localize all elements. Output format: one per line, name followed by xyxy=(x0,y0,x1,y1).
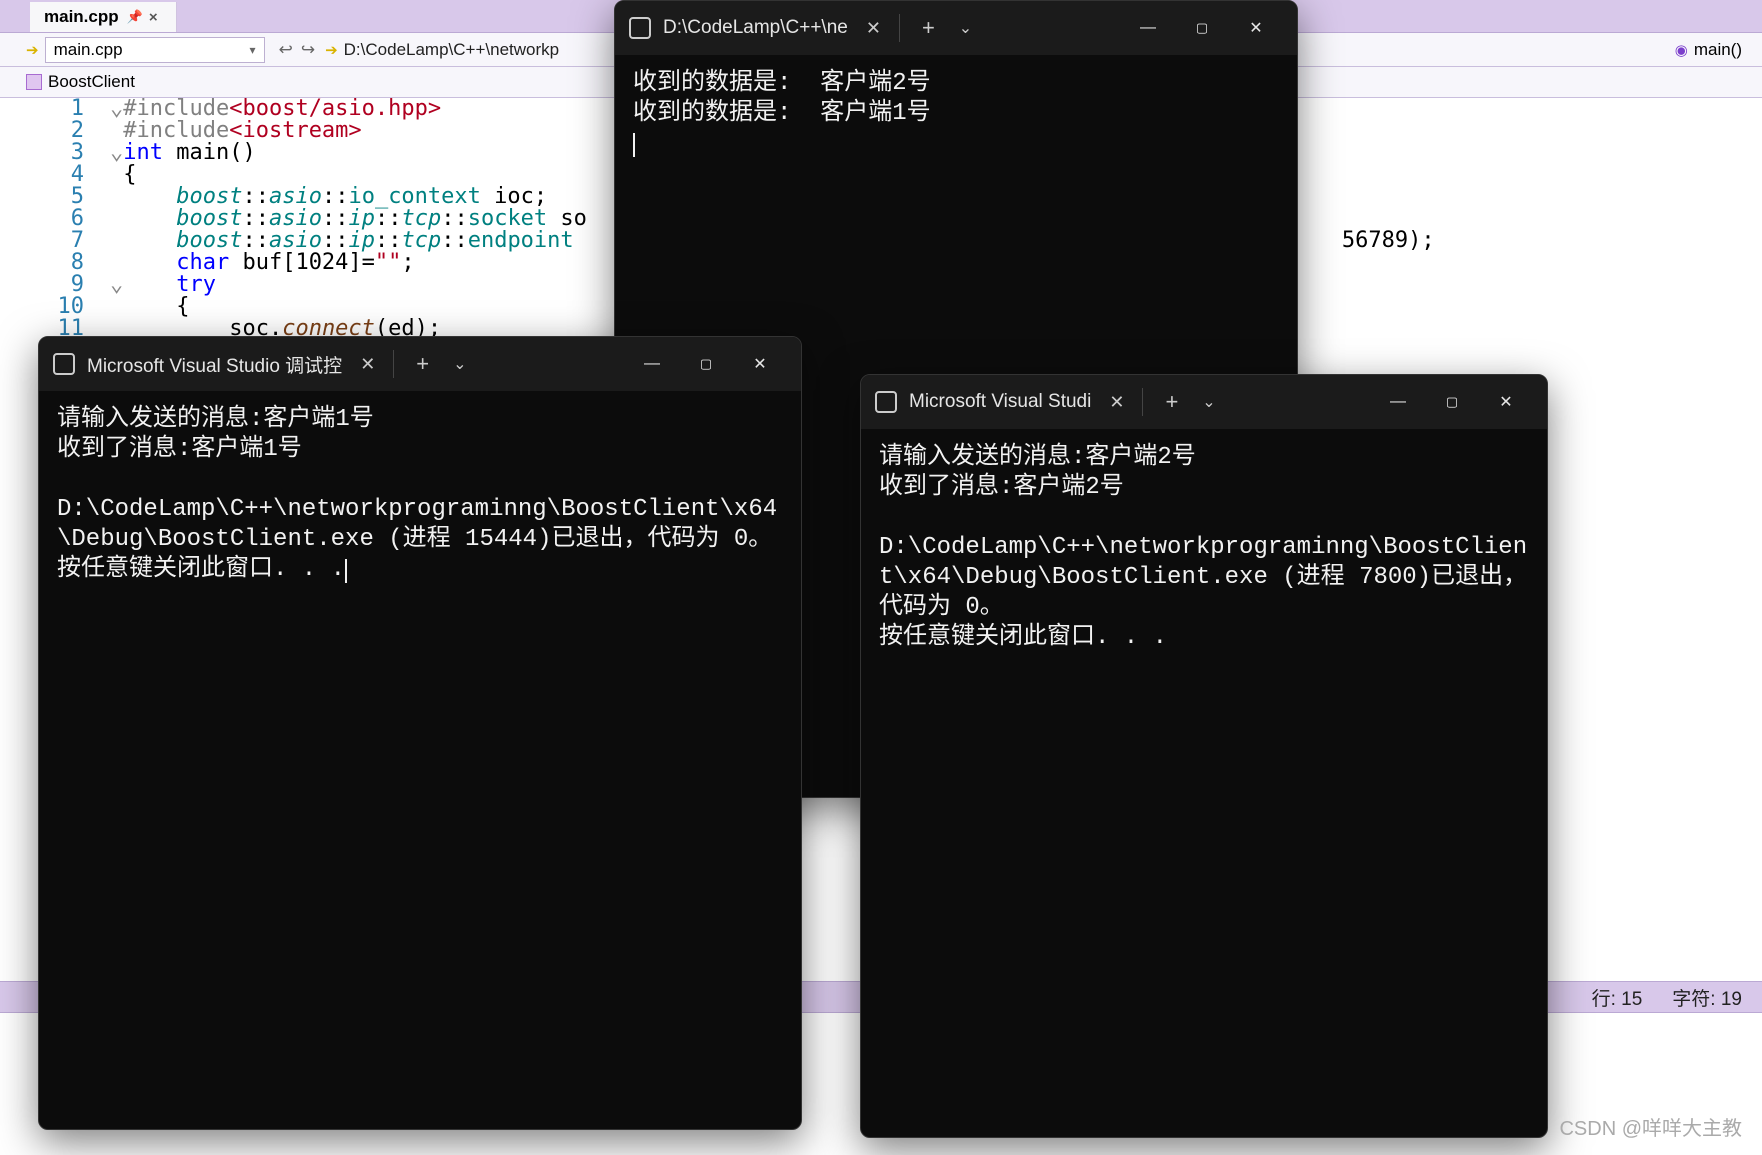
minimize-button[interactable] xyxy=(1121,19,1175,37)
maximize-button[interactable] xyxy=(1175,19,1229,37)
arrow-icon: ➔ xyxy=(26,41,39,59)
tab-close-icon[interactable]: ✕ xyxy=(858,14,889,43)
window-title: Microsoft Visual Studi xyxy=(909,391,1091,413)
close-button[interactable] xyxy=(1479,392,1533,412)
pin-icon[interactable]: 📌 xyxy=(127,9,143,25)
terminal-window-client2[interactable]: Microsoft Visual Studi ✕ + ⌄ 请输入发送的消息:客户… xyxy=(860,374,1548,1138)
separator xyxy=(1142,388,1143,416)
chevron-down-icon: ▾ xyxy=(250,43,256,57)
minimize-button[interactable] xyxy=(625,355,679,373)
caret-icon xyxy=(345,559,347,583)
chevron-down-icon[interactable]: ⌄ xyxy=(1190,388,1227,416)
window-title: Microsoft Visual Studio 调试控 xyxy=(87,351,342,378)
history-fwd-icon[interactable]: ↪ xyxy=(301,40,315,60)
minimize-button[interactable] xyxy=(1371,393,1425,411)
caret-icon xyxy=(633,133,635,157)
window-title: D:\CodeLamp\C++\ne xyxy=(663,17,848,39)
separator xyxy=(393,350,394,378)
terminal-output[interactable]: 请输入发送的消息:客户端2号 收到了消息:客户端2号 D:\CodeLamp\C… xyxy=(861,429,1547,667)
chevron-down-icon[interactable]: ⌄ xyxy=(947,14,984,42)
close-icon[interactable]: × xyxy=(149,9,158,26)
scope-dropdown[interactable]: ◉ main() xyxy=(1675,40,1742,60)
cube-icon: ◉ xyxy=(1675,41,1688,59)
scope-label: main() xyxy=(1694,40,1742,60)
separator xyxy=(899,14,900,42)
watermark: CSDN @咩咩大主教 xyxy=(1559,1112,1742,1141)
arrow-icon: ➔ xyxy=(325,41,338,59)
close-button[interactable] xyxy=(1229,18,1283,38)
status-column: 字符: 19 xyxy=(1672,984,1742,1011)
file-dropdown[interactable]: main.cpp ▾ xyxy=(45,37,265,63)
tab-close-icon[interactable]: ✕ xyxy=(1101,388,1132,417)
tab-main-cpp[interactable]: main.cpp 📌 × xyxy=(30,2,177,32)
project-icon xyxy=(26,74,42,90)
new-tab-button[interactable]: + xyxy=(1153,385,1190,419)
new-tab-button[interactable]: + xyxy=(910,11,947,45)
tab-close-icon[interactable]: ✕ xyxy=(352,350,383,379)
history-back-icon[interactable]: ↩ xyxy=(279,40,293,60)
new-tab-button[interactable]: + xyxy=(404,347,441,381)
titlebar[interactable]: D:\CodeLamp\C++\ne ✕ + ⌄ xyxy=(615,1,1297,55)
status-line: 行: 15 xyxy=(1592,984,1643,1011)
terminal-output[interactable]: 收到的数据是: 客户端2号 收到的数据是: 客户端1号 xyxy=(615,55,1297,173)
close-button[interactable] xyxy=(733,354,787,374)
titlebar[interactable]: Microsoft Visual Studi ✕ + ⌄ xyxy=(861,375,1547,429)
project-name: BoostClient xyxy=(48,72,135,92)
terminal-icon xyxy=(629,17,651,39)
terminal-window-client1[interactable]: Microsoft Visual Studio 调试控 ✕ + ⌄ 请输入发送的… xyxy=(38,336,802,1130)
terminal-icon xyxy=(53,353,75,375)
chevron-down-icon[interactable]: ⌄ xyxy=(441,350,478,378)
file-name: main.cpp xyxy=(54,40,123,60)
terminal-icon xyxy=(875,391,897,413)
maximize-button[interactable] xyxy=(679,355,733,373)
maximize-button[interactable] xyxy=(1425,393,1479,411)
terminal-output[interactable]: 请输入发送的消息:客户端1号 收到了消息:客户端1号 D:\CodeLamp\C… xyxy=(39,391,801,599)
tab-label: main.cpp xyxy=(44,7,119,27)
titlebar[interactable]: Microsoft Visual Studio 调试控 ✕ + ⌄ xyxy=(39,337,801,391)
